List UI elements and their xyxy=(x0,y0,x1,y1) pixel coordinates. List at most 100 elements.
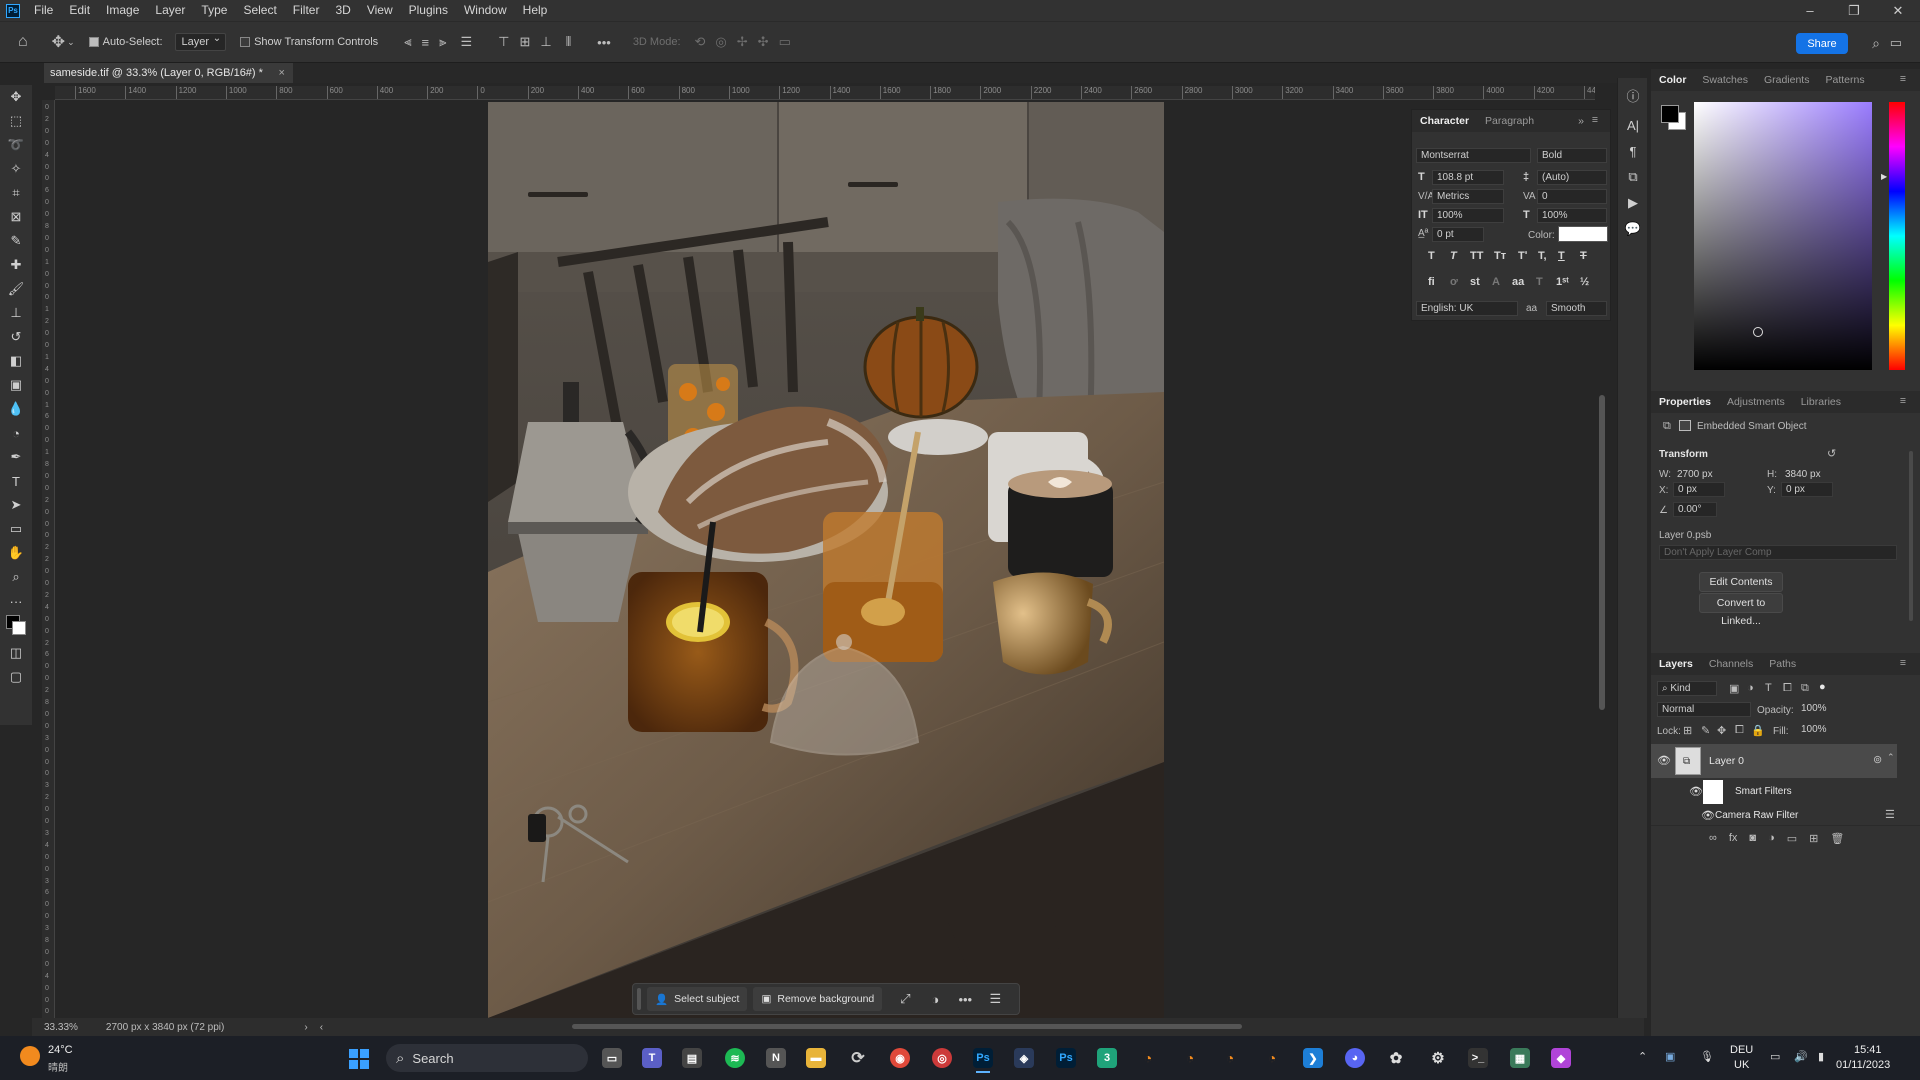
visibility-eye-icon[interactable]: 👁 xyxy=(1701,809,1715,822)
align-middle-icon[interactable]: ⊞ xyxy=(519,34,530,50)
eraser-icon[interactable]: ◧ xyxy=(0,349,32,373)
small-caps-icon[interactable]: Tт xyxy=(1494,250,1506,262)
select-subject-button[interactable]: 👤 Select subject xyxy=(647,987,748,1011)
ligature-icon[interactable]: ﬁ xyxy=(1428,276,1435,288)
stamp-icon[interactable]: ⊥ xyxy=(0,301,32,325)
vertical-scale-field[interactable]: 100% xyxy=(1432,208,1504,223)
tab-paths[interactable]: Paths xyxy=(1761,658,1804,670)
character-panel-icon[interactable]: A| xyxy=(1618,112,1648,138)
tab-patterns[interactable]: Patterns xyxy=(1817,74,1872,86)
menu-plugins[interactable]: Plugins xyxy=(401,0,456,21)
visibility-eye-icon[interactable]: 👁 xyxy=(1657,754,1671,767)
blender-2-icon[interactable]: ◔ xyxy=(1180,1048,1200,1068)
menu-type[interactable]: Type xyxy=(193,0,235,21)
menu-window[interactable]: Window xyxy=(456,0,515,21)
visibility-eye-icon[interactable]: 👁 xyxy=(1689,785,1703,798)
canvas-area[interactable] xyxy=(55,100,1595,1018)
tab-layers[interactable]: Layers xyxy=(1651,658,1701,670)
opacity-field[interactable]: 100% xyxy=(1797,702,1837,717)
tab-character[interactable]: Character xyxy=(1412,115,1477,127)
transform-icon[interactable]: ⤢ xyxy=(890,991,920,1007)
3d-roll-icon[interactable]: ◎ xyxy=(715,34,726,50)
vscode-icon[interactable]: ❯ xyxy=(1303,1048,1323,1068)
align-right-icon[interactable]: ⫸ xyxy=(439,34,446,50)
info-icon[interactable]: ⓘ xyxy=(1618,82,1648,108)
tab-properties[interactable]: Properties xyxy=(1651,396,1719,408)
collapse-layer-icon[interactable]: ⌃ xyxy=(1887,752,1895,763)
auto-select-target-dropdown[interactable]: Layer xyxy=(174,33,227,51)
fraction-icon[interactable]: ½ xyxy=(1580,276,1589,288)
blender-4-icon[interactable]: ◔ xyxy=(1262,1048,1282,1068)
more-options-icon[interactable]: ••• xyxy=(597,35,611,50)
tab-adjustments[interactable]: Adjustments xyxy=(1719,396,1793,408)
3d-camera-icon[interactable]: ▭ xyxy=(779,34,791,50)
file-explorer-icon[interactable]: ▬ xyxy=(806,1048,826,1068)
3d-slide-icon[interactable]: ✣ xyxy=(758,34,769,50)
menu-file[interactable]: File xyxy=(26,0,61,21)
filter-toggle-icon[interactable]: ● xyxy=(1819,681,1826,693)
document-image[interactable] xyxy=(488,102,1164,1018)
volume-icon[interactable]: 🔊 xyxy=(1794,1050,1808,1063)
hand-icon[interactable]: ✋ xyxy=(0,541,32,565)
ordinal-icon[interactable]: 1ˢᵗ xyxy=(1556,276,1569,288)
width-value[interactable]: 2700 px xyxy=(1677,469,1713,480)
align-top-icon[interactable]: ⊤ xyxy=(498,34,509,50)
input-language[interactable]: DEU xyxy=(1730,1044,1753,1056)
align-center-icon[interactable]: ≡ xyxy=(422,35,430,50)
stylistic-alt-icon[interactable]: A xyxy=(1492,276,1500,288)
sync-icon[interactable]: ⟳ xyxy=(848,1048,868,1068)
healing-brush-icon[interactable]: ✚ xyxy=(0,253,32,277)
contextual-icon[interactable]: T xyxy=(1536,276,1543,288)
superscript-icon[interactable]: Tʹ xyxy=(1518,250,1527,262)
filter-adjustment-icon[interactable]: ◑ xyxy=(1747,682,1754,694)
type-icon[interactable]: T xyxy=(0,469,32,493)
chevron-down-icon[interactable]: ⌄ xyxy=(67,37,75,48)
menu-select[interactable]: Select xyxy=(235,0,284,21)
font-size-field[interactable]: 108.8 pt xyxy=(1432,170,1504,185)
close-icon[interactable]: ✕ xyxy=(1876,0,1920,21)
filter-options-icon[interactable]: ☰ xyxy=(1885,808,1895,821)
display-icon[interactable]: ▭ xyxy=(1770,1050,1780,1063)
weather-temperature[interactable]: 24°C xyxy=(48,1044,73,1056)
quick-mask-icon[interactable]: ◫ xyxy=(0,641,32,665)
x-field[interactable]: 0 px xyxy=(1673,482,1725,497)
convert-linked-button[interactable]: Convert to Linked... xyxy=(1699,593,1783,627)
layer-row[interactable]: 👁 Smart Filters xyxy=(1651,778,1897,806)
marquee-icon[interactable]: ⬚ xyxy=(0,109,32,133)
angle-field[interactable]: 0.00° xyxy=(1673,502,1717,517)
more-icon[interactable]: ••• xyxy=(950,992,980,1007)
horizontal-scale-field[interactable]: 100% xyxy=(1537,208,1607,223)
properties-scrollbar[interactable] xyxy=(1909,451,1913,621)
font-style-dropdown[interactable]: Bold xyxy=(1537,148,1607,163)
tab-color[interactable]: Color xyxy=(1651,74,1694,86)
hue-slider[interactable] xyxy=(1889,102,1905,370)
browser-icon[interactable]: ◎ xyxy=(932,1048,952,1068)
menu-edit[interactable]: Edit xyxy=(61,0,98,21)
frame-icon[interactable]: ⊠ xyxy=(0,205,32,229)
transform-controls-checkbox[interactable] xyxy=(240,37,251,47)
tab-libraries[interactable]: Libraries xyxy=(1793,396,1849,408)
layer-row[interactable]: 👁 Camera Raw Filter ☰ xyxy=(1651,806,1897,826)
tab-swatches[interactable]: Swatches xyxy=(1694,74,1756,86)
weather-sun-icon[interactable] xyxy=(20,1046,40,1066)
discord-icon[interactable]: ◕ xyxy=(1345,1048,1365,1068)
microphone-icon[interactable]: 🎙 xyxy=(1700,1050,1714,1063)
strikethrough-icon[interactable]: T xyxy=(1580,250,1587,262)
menu-view[interactable]: View xyxy=(359,0,401,21)
crop-icon[interactable]: ⌗ xyxy=(0,181,32,205)
blender-3-icon[interactable]: ◔ xyxy=(1220,1048,1240,1068)
document-tab[interactable]: sameside.tif @ 33.3% (Layer 0, RGB/16#) … xyxy=(44,63,293,83)
spotify-icon[interactable]: ≋ xyxy=(725,1048,745,1068)
layer-name[interactable]: Camera Raw Filter xyxy=(1715,810,1798,821)
panel-menu-icon[interactable]: ≡ xyxy=(1892,395,1914,407)
layer-comp-dropdown[interactable]: Don't Apply Layer Comp xyxy=(1659,545,1897,560)
lock-artboard-icon[interactable]: ⧠ xyxy=(1735,724,1744,737)
move-tool-icon[interactable]: ✥ xyxy=(52,32,65,52)
anti-alias-dropdown[interactable]: Smooth xyxy=(1546,301,1607,316)
blur-icon[interactable]: 💧 xyxy=(0,397,32,421)
chatgpt-icon[interactable]: ✿ xyxy=(1386,1048,1406,1068)
gradient-icon[interactable]: ▣ xyxy=(0,373,32,397)
tab-paragraph[interactable]: Paragraph xyxy=(1477,115,1542,127)
blend-mode-dropdown[interactable]: Normal xyxy=(1657,702,1751,717)
rectangle-icon[interactable]: ▭ xyxy=(0,517,32,541)
